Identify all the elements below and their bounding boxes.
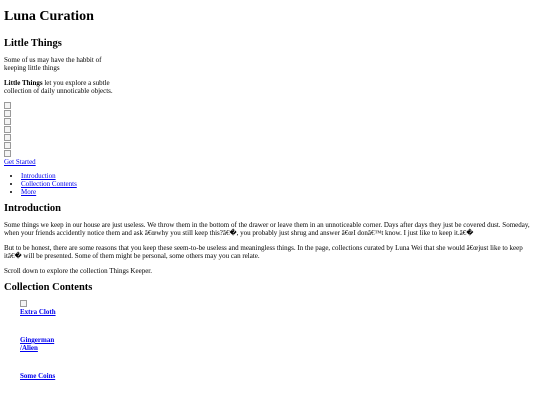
collection-section: Collection Contents Extra Cloth Gingerma…: [4, 282, 536, 380]
page: Luna Curation Little Things Some of us m…: [0, 9, 540, 380]
collection-list: Extra Cloth Gingerman /Alien Some Coins: [4, 300, 536, 380]
nav-link-introduction[interactable]: Introduction: [21, 172, 56, 180]
collection-heading: Collection Contents: [4, 282, 93, 293]
nav-item-collection-contents: Collection Contents: [21, 180, 536, 188]
collection-link-gingerman-alien[interactable]: Gingerman /Alien: [20, 336, 60, 352]
site-title: Luna Curation: [4, 9, 94, 24]
broken-image-icon: [4, 142, 11, 149]
introduction-paragraph-2: But to be honest, there are some reasons…: [4, 244, 523, 260]
broken-image-icon: [4, 110, 11, 117]
introduction-paragraph-3: Scroll down to explore the collection Th…: [4, 267, 153, 275]
broken-image-icon: [4, 150, 11, 157]
collection-item: Gingerman /Alien: [20, 336, 536, 352]
hero-description-strong: Little Things: [4, 79, 43, 87]
hero-image-list: [4, 102, 536, 157]
broken-image-icon: [20, 300, 27, 307]
collection-link-extra-cloth[interactable]: Extra Cloth: [20, 308, 56, 316]
broken-image-icon: [4, 102, 11, 109]
collection-item: Some Coins: [20, 372, 536, 380]
hero-heading: Little Things: [4, 38, 62, 49]
collection-item: Extra Cloth: [20, 300, 536, 316]
nav-link-more[interactable]: More: [21, 188, 36, 196]
hero-description: Little Things let you explore a subtle c…: [4, 79, 114, 95]
nav-item-more: More: [21, 188, 536, 196]
introduction-paragraph-1: Some things we keep in our house are jus…: [4, 221, 530, 237]
hero-intro: Some of us may have the habbit of keepin…: [4, 56, 102, 72]
collection-link-some-coins[interactable]: Some Coins: [20, 372, 55, 380]
nav-link-collection-contents[interactable]: Collection Contents: [21, 180, 77, 188]
introduction-heading: Introduction: [4, 203, 61, 214]
page-nav: Introduction Collection Contents More: [4, 172, 536, 196]
broken-image-icon: [4, 126, 11, 133]
introduction-section: Introduction Some things we keep in our …: [4, 203, 536, 275]
broken-image-icon: [4, 118, 11, 125]
nav-item-introduction: Introduction: [21, 172, 536, 180]
get-started-link[interactable]: Get Started: [4, 158, 36, 166]
hero-section: Little Things Some of us may have the ha…: [4, 38, 536, 166]
broken-image-icon: [4, 134, 11, 141]
